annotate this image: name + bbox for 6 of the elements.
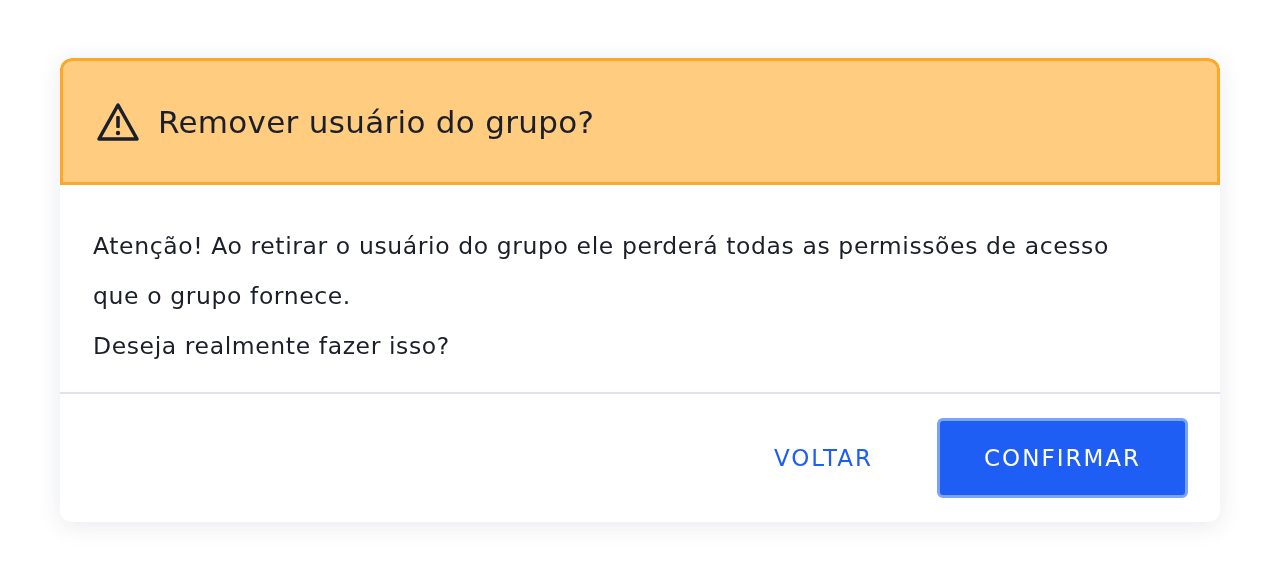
dialog-title: Remover usuário do grupo? <box>158 103 595 140</box>
message-text: Deseja realmente fazer isso? <box>93 331 451 362</box>
back-button[interactable]: VOLTAR <box>749 429 897 487</box>
message-text: Atenção! Ao retirar o usuário do grupo ele perderá todas as permissões de acesso que o grupo fornece. <box>93 231 1110 312</box>
warning-icon <box>96 101 140 142</box>
confirm-button[interactable]: CONFIRMAR <box>937 418 1188 498</box>
